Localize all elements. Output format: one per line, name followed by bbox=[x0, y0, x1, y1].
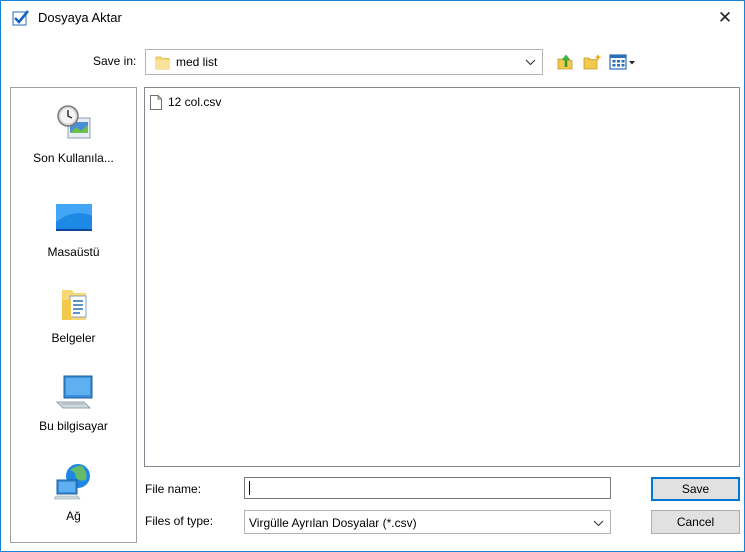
desktop-icon bbox=[55, 204, 92, 231]
save-in-dropdown[interactable]: med list bbox=[145, 49, 543, 75]
files-of-type-dropdown[interactable]: Virgülle Ayrılan Dosyalar (*.csv) bbox=[244, 510, 611, 534]
computer-icon bbox=[55, 375, 92, 409]
save-button[interactable]: Save bbox=[651, 477, 740, 501]
up-folder-button[interactable] bbox=[556, 53, 576, 71]
place-label: Masaüstü bbox=[47, 245, 100, 259]
network-icon bbox=[52, 464, 90, 500]
cancel-button[interactable]: Cancel bbox=[651, 510, 740, 534]
place-label: Belgeler bbox=[51, 331, 96, 345]
save-in-value: med list bbox=[176, 55, 218, 69]
view-menu-icon bbox=[609, 54, 635, 70]
file-name: 12 col.csv bbox=[168, 95, 222, 109]
view-menu-button[interactable] bbox=[609, 53, 639, 71]
files-of-type-value: Virgülle Ayrılan Dosyalar (*.csv) bbox=[249, 516, 417, 530]
place-network[interactable]: Ağ bbox=[11, 462, 136, 523]
chevron-down-icon bbox=[592, 514, 604, 532]
title-bar: Dosyaya Aktar ✕ bbox=[1, 1, 744, 35]
list-item[interactable]: 12 col.csv bbox=[150, 93, 221, 111]
files-of-type-label: Files of type: bbox=[145, 514, 214, 528]
close-button[interactable]: ✕ bbox=[706, 1, 744, 35]
places-bar: Son Kullanıla... Masaüstü Belgeler Bu bi… bbox=[10, 87, 137, 543]
text-caret bbox=[249, 481, 250, 495]
save-dialog: Dosyaya Aktar ✕ Save in: med list Son Ku… bbox=[0, 0, 745, 552]
file-name-label: File name: bbox=[145, 482, 202, 496]
file-icon bbox=[150, 94, 162, 110]
place-desktop[interactable]: Masaüstü bbox=[11, 198, 136, 259]
close-icon: ✕ bbox=[717, 8, 733, 27]
folder-icon bbox=[155, 56, 170, 70]
window-title: Dosyaya Aktar bbox=[38, 10, 122, 25]
new-folder-button[interactable] bbox=[583, 53, 603, 71]
place-documents[interactable]: Belgeler bbox=[11, 284, 136, 345]
file-name-input[interactable] bbox=[244, 477, 611, 499]
documents-icon bbox=[61, 290, 86, 320]
recent-places-icon bbox=[56, 105, 90, 139]
new-folder-icon bbox=[583, 54, 602, 70]
checkmark-icon bbox=[12, 10, 30, 26]
place-label: Bu bilgisayar bbox=[39, 419, 108, 433]
place-recent[interactable]: Son Kullanıla... bbox=[11, 104, 136, 165]
up-folder-icon bbox=[557, 54, 573, 70]
place-label: Ağ bbox=[66, 509, 81, 523]
file-list[interactable]: 12 col.csv bbox=[144, 87, 740, 467]
place-label: Son Kullanıla... bbox=[33, 151, 114, 165]
place-this-pc[interactable]: Bu bilgisayar bbox=[11, 372, 136, 433]
chevron-down-icon bbox=[524, 53, 536, 71]
save-in-label: Save in: bbox=[93, 54, 137, 68]
